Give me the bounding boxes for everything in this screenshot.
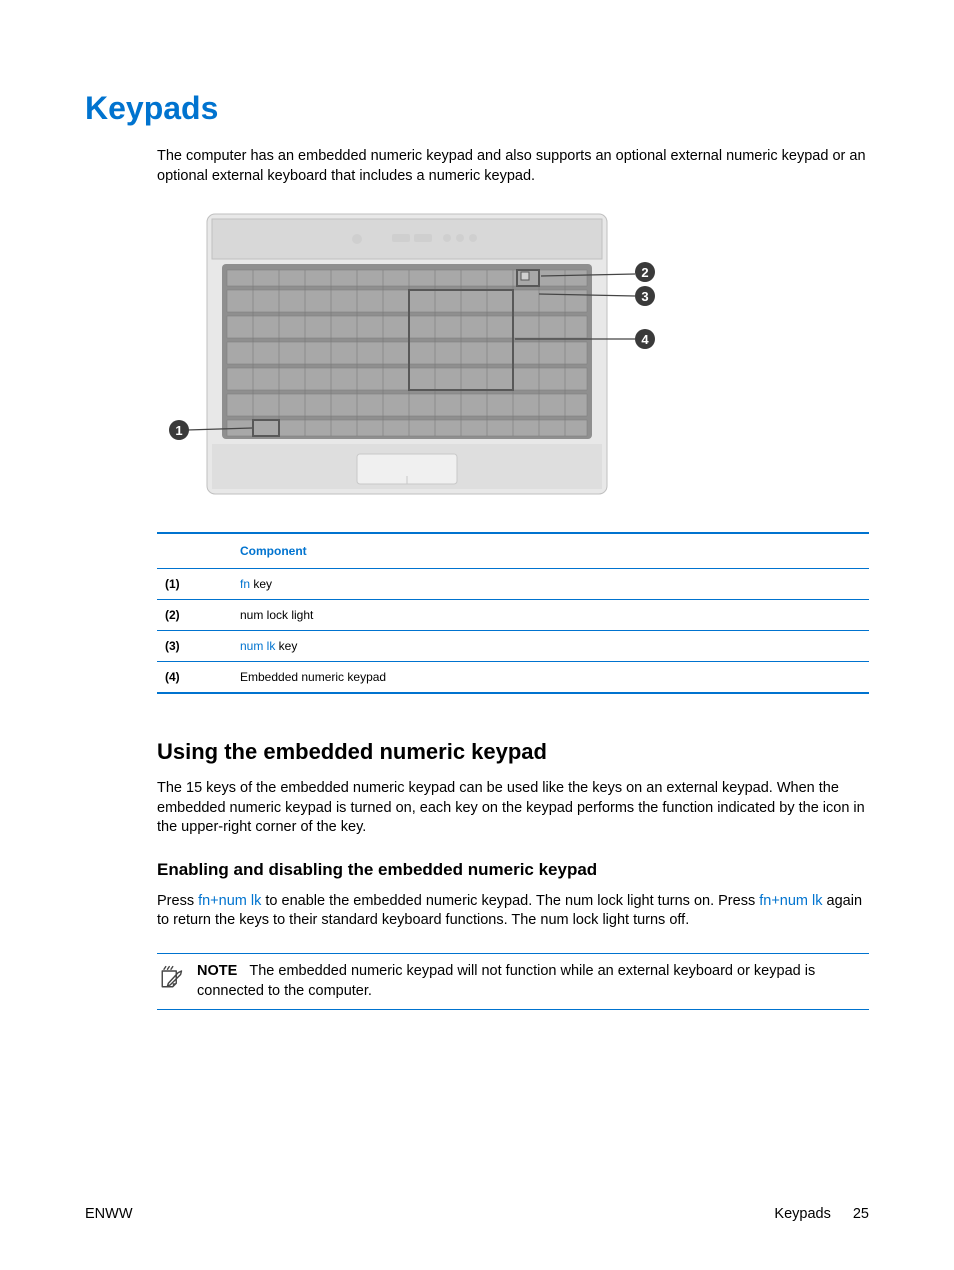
svg-text:3: 3 [641,289,648,304]
table-cell-num: (2) [157,600,232,631]
table-cell-num: (4) [157,662,232,694]
footer-section-label: Keypads [774,1206,830,1222]
keypad-figure: 1 2 3 4 [157,204,869,504]
footer-left: ENWW [85,1206,133,1222]
table-row: (2) num lock light [157,600,869,631]
table-row: (4) Embedded numeric keypad [157,662,869,694]
note-icon [157,964,185,992]
svg-text:4: 4 [641,332,649,347]
note-text: NOTE The embedded numeric keypad will no… [197,962,869,1001]
note-label: NOTE [197,963,237,979]
svg-text:2: 2 [641,265,648,280]
svg-text:1: 1 [175,423,182,438]
table-cell-component: num lock light [232,600,869,631]
table-header-component: Component [232,533,869,569]
table-cell-num: (1) [157,569,232,600]
subsection-heading: Enabling and disabling the embedded nume… [157,860,869,880]
page-footer: ENWW Keypads 25 [85,1206,869,1222]
table-row: (3) num lk key [157,631,869,662]
table-header-blank [157,533,232,569]
table-cell-component: Embedded numeric keypad [232,662,869,694]
laptop-keyboard-illustration: 1 2 3 4 [157,204,682,504]
table-cell-num: (3) [157,631,232,662]
body-paragraph: The 15 keys of the embedded numeric keyp… [157,779,869,838]
page-title: Keypads [85,90,869,127]
table-cell-component: num lk key [232,631,869,662]
footer-page-number: 25 [853,1206,869,1222]
intro-paragraph: The computer has an embedded numeric key… [157,147,869,186]
component-table: Component (1) fn key (2) num lock light … [157,532,869,694]
table-row: (1) fn key [157,569,869,600]
table-cell-component: fn key [232,569,869,600]
body-paragraph: Press fn+num lk to enable the embedded n… [157,892,869,931]
note-box: NOTE The embedded numeric keypad will no… [157,953,869,1010]
section-heading: Using the embedded numeric keypad [157,739,869,765]
